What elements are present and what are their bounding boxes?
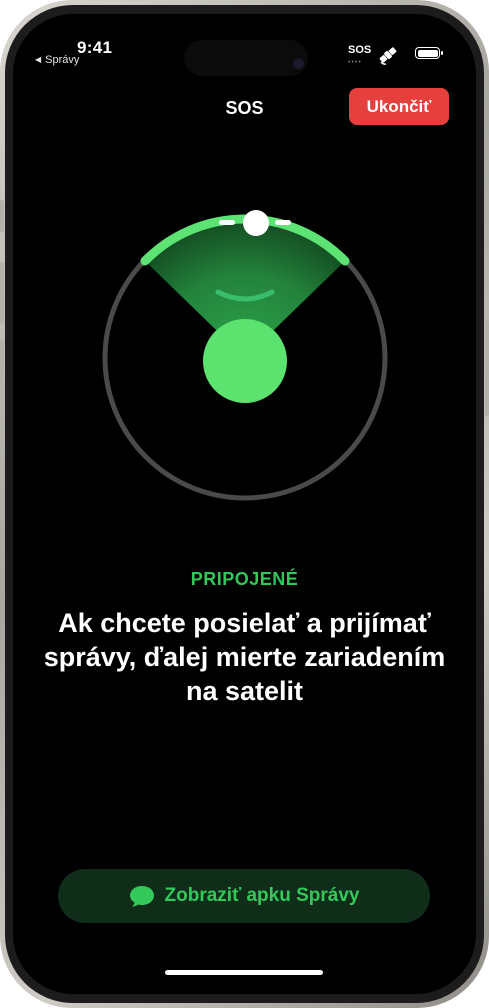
satellite-radar [102, 210, 388, 501]
satellite-marker-right [275, 220, 291, 225]
satellite-marker-left [219, 220, 235, 225]
open-messages-button[interactable]: Zobraziť apku Správy [58, 869, 430, 923]
connection-status: PRIPOJENÉ [190, 569, 299, 589]
volume-up-button [0, 262, 4, 324]
home-indicator[interactable] [165, 970, 323, 975]
screen: 9:41 ◀ Správy SOS •••• SOS Ukončiť PRIPO… [13, 14, 476, 994]
device-position-dot [203, 319, 287, 403]
volume-down-button [0, 340, 4, 402]
power-button [485, 320, 489, 416]
open-messages-label: Zobraziť apku Správy [164, 885, 360, 906]
message-bubble-icon [129, 886, 154, 907]
satellite-dot [243, 210, 269, 236]
action-button [0, 200, 4, 232]
instruction-message: Ak chcete posielať a prijímať správy, ďa… [43, 608, 446, 706]
